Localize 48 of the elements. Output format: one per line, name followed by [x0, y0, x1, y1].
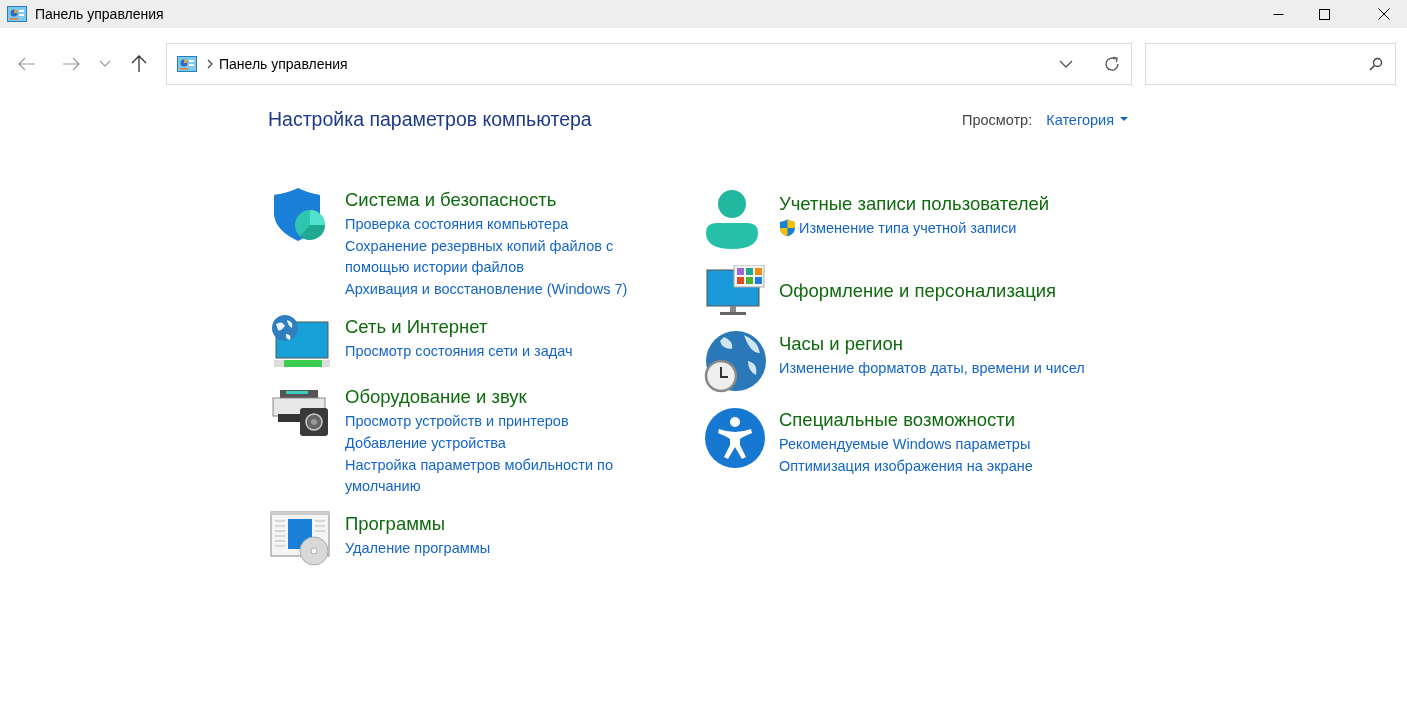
control-panel-icon [7, 6, 27, 22]
maximize-icon [1318, 8, 1330, 20]
caret-down-icon [1120, 117, 1128, 122]
task-link[interactable]: Удаление программы [345, 538, 491, 559]
arrow-right-icon [62, 57, 80, 71]
dropdown-button[interactable] [1059, 60, 1073, 68]
category-title[interactable]: Система и безопасность [345, 187, 557, 213]
arrow-up-icon [131, 55, 147, 73]
chevron-down-icon [99, 60, 111, 68]
task-link[interactable]: Оптимизация изображения на экране [778, 456, 1033, 477]
view-label: Просмотр: [961, 111, 1033, 128]
breadcrumb-item[interactable]: Панель управления [219, 56, 1041, 72]
search-field[interactable] [1145, 43, 1396, 85]
category-title[interactable]: Оборудование и звук [345, 384, 527, 410]
refresh-button[interactable] [1103, 55, 1121, 73]
task-link[interactable]: Проверка состояния компьютера [345, 214, 569, 235]
task-link[interactable]: Сохранение резервных копий файлов с помощью истории файлов [345, 236, 675, 278]
task-link[interactable]: Настройка параметров мобильности по умолчанию [345, 455, 675, 497]
user-icon [703, 189, 760, 251]
category-title[interactable]: Часы и регион [778, 331, 903, 357]
category-title[interactable]: Программы [345, 511, 445, 537]
task-link[interactable]: Изменение форматов даты, времени и чисел [778, 358, 1085, 379]
chevron-right-icon [207, 59, 213, 69]
task-link[interactable]: Изменение типа учетной записи [798, 218, 1017, 239]
globe-clock-icon [703, 331, 766, 393]
chevron-down-icon [1059, 60, 1073, 68]
arrow-left-icon [18, 57, 36, 71]
category-title[interactable]: Сеть и Интернет [345, 314, 488, 340]
address-bar[interactable]: Панель управления [166, 43, 1132, 85]
task-link[interactable]: Рекомендуемые Windows параметры [778, 434, 1031, 455]
search-icon [1369, 57, 1383, 71]
refresh-icon [1103, 55, 1121, 73]
monitor-palette-icon [703, 265, 766, 317]
page-heading: Настройка параметров компьютера [268, 108, 592, 131]
window-title: Панель управления [35, 6, 165, 22]
control-panel-icon [177, 56, 197, 72]
view-dropdown[interactable]: Категория [1046, 111, 1128, 128]
task-link[interactable]: Просмотр устройств и принтеров [345, 411, 569, 432]
accessibility-icon [703, 407, 766, 469]
close-icon [1378, 8, 1390, 20]
category-title[interactable]: Оформление и персонализация [778, 278, 1057, 304]
task-link[interactable]: Просмотр состояния сети и задач [345, 341, 573, 362]
network-monitor-icon [270, 314, 330, 370]
task-link[interactable]: Добавление устройства [345, 433, 506, 454]
category-title[interactable]: Специальные возможности [778, 407, 1016, 433]
task-link[interactable]: Архивация и восстановление (Windows 7) [345, 279, 628, 300]
category-title[interactable]: Учетные записи пользователей [778, 191, 1050, 217]
program-window-icon [270, 511, 332, 567]
